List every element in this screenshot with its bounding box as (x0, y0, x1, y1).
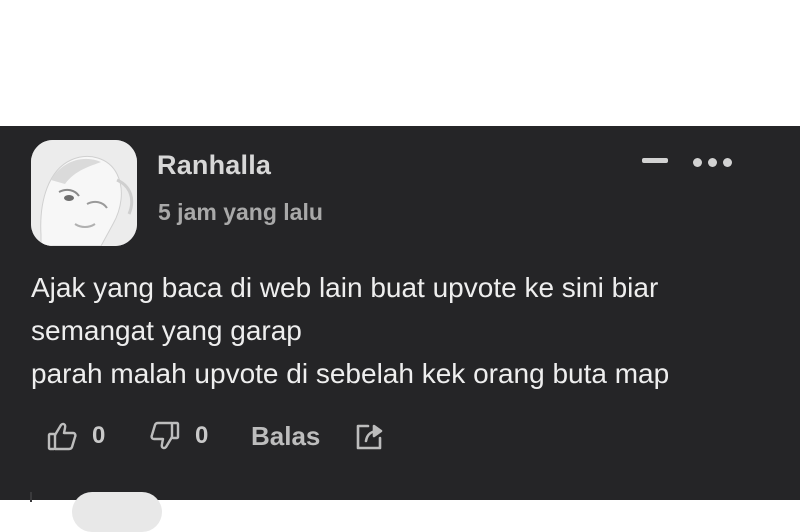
comment-timestamp: 5 jam yang lalu (158, 199, 323, 225)
comment-body-line: Ajak yang baca di web lain buat upvote k… (31, 272, 659, 303)
comment-body: Ajak yang baca di web lain buat upvote k… (31, 266, 771, 395)
minus-icon[interactable] (640, 156, 670, 168)
top-blank-area (0, 0, 800, 126)
like-button[interactable]: 0 (46, 416, 105, 456)
share-button[interactable] (354, 416, 386, 456)
like-count: 0 (92, 422, 106, 449)
comment-author[interactable]: Ranhalla (157, 150, 271, 181)
thumbs-down-icon (149, 420, 181, 452)
reply-button[interactable]: Balas (251, 416, 320, 456)
thread-line (30, 492, 32, 502)
share-icon (354, 420, 386, 452)
comment-actions: 0 0 Balas (0, 416, 800, 456)
more-horizontal-icon[interactable] (690, 154, 736, 170)
thumbs-up-icon (46, 420, 78, 452)
comment-body-line: semangat yang garap (31, 315, 302, 346)
avatar[interactable] (31, 140, 137, 246)
next-comment-avatar[interactable] (72, 492, 162, 532)
dislike-count: 0 (195, 422, 209, 449)
dislike-button[interactable]: 0 (149, 416, 208, 456)
comment-card: Ranhalla 5 jam yang lalu Ajak yang baca … (0, 126, 800, 532)
comment-body-line: parah malah upvote di sebelah kek orang … (31, 358, 670, 389)
